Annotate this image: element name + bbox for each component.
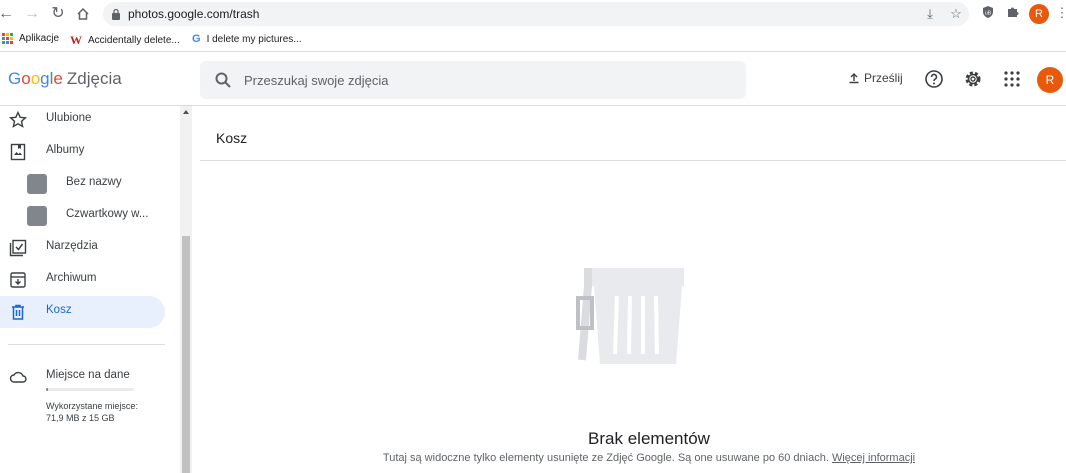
bookmark-label: I delete my pictures... (206, 33, 302, 45)
sidebar: Ulubione Albumy Bez nazwy Czwartkowy w..… (0, 106, 180, 473)
sidebar-item-label: Ulubione (46, 112, 92, 124)
product-name: Zdjęcia (66, 69, 122, 88)
sidebar-scrollbar[interactable] (180, 106, 192, 473)
url-text: photos.google.com/trash (128, 7, 260, 21)
google-photos-logo[interactable]: Google Zdjęcia (8, 69, 122, 89)
storage-usage-text: Wykorzystane miejsce: 71,9 MB z 15 GB (46, 401, 138, 423)
account-avatar[interactable]: R (1037, 67, 1063, 93)
bookmark-apps[interactable]: Aplikacje (2, 33, 59, 44)
reload-icon[interactable]: ↻ (48, 4, 68, 24)
empty-state-title: Brak elementów (588, 429, 710, 448)
scrollbar-thumb[interactable] (182, 236, 190, 473)
google-apps-icon[interactable] (1002, 69, 1022, 89)
sidebar-item-trash[interactable]: Kosz (0, 296, 165, 328)
empty-trash-illustration (576, 268, 684, 364)
install-icon[interactable]: ⤓ (923, 7, 937, 21)
storage-title[interactable]: Miejsce na dane (46, 369, 130, 381)
search-box[interactable] (200, 61, 746, 99)
cloud-icon (9, 371, 27, 383)
sidebar-divider (8, 344, 165, 345)
sidebar-item-label: Narzędzia (46, 240, 98, 252)
browser-toolbar: ← → ↻ photos.google.com/trash ⤓ ☆ uB R ⋮ (0, 0, 1066, 28)
sidebar-item-archive[interactable]: Archiwum (0, 264, 165, 296)
bookmark-label: Accidentally delete... (88, 35, 180, 46)
page-title: Kosz (216, 130, 248, 146)
extensions-puzzle-icon[interactable] (1005, 5, 1021, 21)
sidebar-item-favorites[interactable]: Ulubione (0, 104, 165, 136)
lock-icon (112, 8, 120, 20)
trash-icon (12, 304, 24, 320)
scroll-up-arrow-icon[interactable] (182, 108, 190, 116)
sidebar-item-label: Archiwum (46, 272, 97, 284)
bookmarks-bar: Aplikacje W Accidentally delete... G I d… (0, 28, 1066, 52)
storage-usage-fill (46, 388, 48, 391)
search-icon[interactable] (214, 71, 232, 89)
address-bar[interactable]: photos.google.com/trash ⤓ ☆ (103, 2, 969, 26)
archive-icon (10, 272, 26, 288)
album-icon (10, 143, 26, 161)
bookmark-star-icon[interactable]: ☆ (949, 7, 963, 21)
storage-usage-bar (46, 388, 134, 391)
back-arrow-icon[interactable]: ← (0, 4, 16, 24)
browser-profile-avatar[interactable]: R (1029, 4, 1049, 24)
empty-state-description: Tutaj są widoczne tylko elementy usunięt… (382, 452, 829, 464)
svg-text:uB: uB (985, 11, 992, 17)
sidebar-item-label: Kosz (46, 304, 72, 316)
learn-more-link[interactable]: Więcej informacji (832, 452, 915, 464)
sidebar-item-utilities[interactable]: Narzędzia (0, 232, 165, 264)
settings-gear-icon[interactable] (963, 69, 983, 89)
main-content: Kosz Brak elementów Tutaj są widoczne ty… (200, 106, 1066, 473)
album-thumbnail (27, 174, 47, 194)
sidebar-item-label: Bez nazwy (66, 176, 122, 188)
star-icon (9, 111, 27, 128)
forward-arrow-icon[interactable]: → (22, 4, 42, 24)
search-input[interactable] (244, 61, 734, 99)
sidebar-item-album-untitled[interactable]: Bez nazwy (0, 168, 165, 200)
app-header: GoogleZdjęcia Prześlij R (0, 53, 1066, 106)
bookmark-accidentally-deleted[interactable]: W Accidentally delete... (70, 33, 180, 48)
sidebar-item-label: Czwartkowy w... (66, 208, 149, 220)
utilities-icon (9, 239, 27, 257)
sidebar-item-albums[interactable]: Albumy (0, 136, 165, 168)
browser-menu-icon[interactable]: ⋮ (1054, 5, 1066, 21)
upload-button[interactable]: Prześlij (848, 71, 903, 85)
album-thumbnail (27, 206, 47, 226)
help-icon[interactable] (924, 69, 944, 89)
sidebar-item-label: Albumy (46, 144, 85, 156)
sidebar-item-album-thursday[interactable]: Czwartkowy w... (0, 200, 165, 232)
apps-grid-icon (2, 33, 13, 44)
google-favicon: G (192, 33, 201, 45)
w-favicon: W (70, 33, 82, 47)
shield-extension-icon[interactable]: uB (980, 5, 996, 21)
bookmark-label: Aplikacje (19, 33, 60, 44)
empty-state-text: Tutaj są widoczne tylko elementy usunięt… (200, 452, 1066, 464)
title-divider (200, 160, 1066, 161)
home-icon[interactable] (73, 4, 93, 24)
upload-icon (849, 73, 859, 84)
upload-label: Prześlij (864, 71, 903, 85)
bookmark-i-delete-pictures[interactable]: G I delete my pictures... (192, 33, 302, 45)
